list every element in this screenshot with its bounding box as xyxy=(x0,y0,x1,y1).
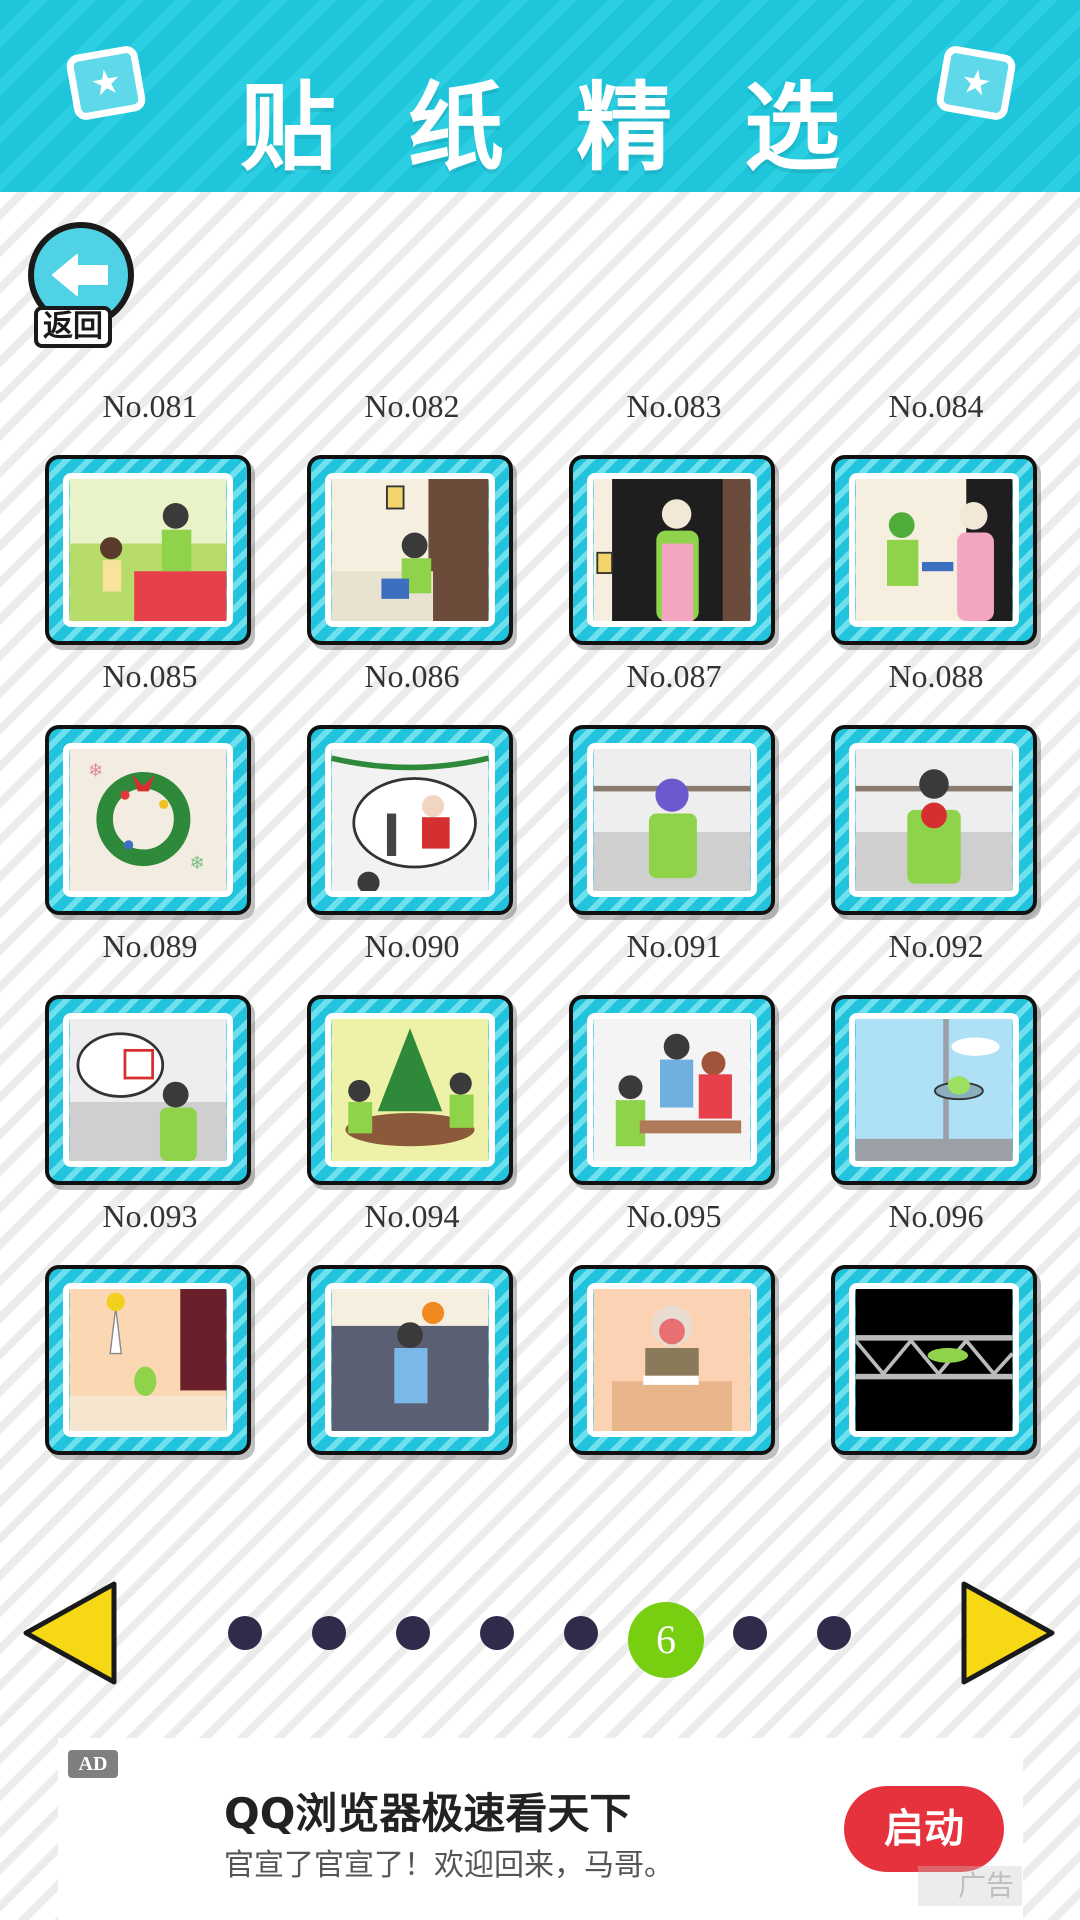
sticker-image xyxy=(69,1289,227,1431)
page-dot[interactable] xyxy=(733,1616,767,1650)
sticker-card[interactable] xyxy=(569,725,775,915)
ad-title: QQ浏览器极速看天下 xyxy=(224,1789,632,1838)
sticker-image xyxy=(331,1289,489,1431)
sticker-image xyxy=(855,749,1013,891)
sticker-number: No.093 xyxy=(102,1198,198,1234)
sticker-image xyxy=(69,1019,227,1161)
sticker-image xyxy=(593,1019,751,1161)
sticker-card[interactable]: ❄ ❄ xyxy=(45,725,251,915)
sticker-number: No.092 xyxy=(888,928,984,964)
sticker-image xyxy=(593,1289,751,1431)
sticker-image: ❄ ❄ xyxy=(69,749,227,891)
sticker-card[interactable] xyxy=(831,1265,1037,1455)
sticker-card[interactable] xyxy=(307,725,513,915)
sticker-card[interactable] xyxy=(45,995,251,1185)
sticker-number: No.082 xyxy=(364,388,460,424)
star-card-icon: ★ xyxy=(934,44,1018,122)
sticker-image xyxy=(331,1019,489,1161)
current-page-dot[interactable]: 6 xyxy=(628,1602,704,1678)
next-page-button[interactable] xyxy=(958,1580,1058,1686)
ad-badge: AD xyxy=(68,1750,118,1778)
sticker-number: No.088 xyxy=(888,658,984,694)
sticker-item[interactable]: No.092 xyxy=(831,925,1041,1185)
sticker-card[interactable] xyxy=(831,995,1037,1185)
sticker-image xyxy=(593,749,751,891)
sticker-card[interactable] xyxy=(569,995,775,1185)
sticker-card[interactable] xyxy=(831,725,1037,915)
sticker-card[interactable] xyxy=(569,455,775,645)
sticker-item[interactable]: No.094 xyxy=(307,1195,517,1455)
sticker-image xyxy=(69,479,227,621)
sticker-image xyxy=(855,1289,1013,1431)
page-dot[interactable] xyxy=(564,1616,598,1650)
sticker-item[interactable]: No.091 xyxy=(569,925,779,1185)
sticker-image xyxy=(855,1019,1013,1161)
sticker-image xyxy=(331,479,489,621)
sticker-card[interactable] xyxy=(45,1265,251,1455)
header-bar: ★ 贴纸精选 ★ xyxy=(0,0,1080,192)
sticker-number: No.087 xyxy=(626,658,722,694)
sticker-number: No.086 xyxy=(364,658,460,694)
page-dot[interactable] xyxy=(312,1616,346,1650)
page-title: 贴纸精选 xyxy=(240,72,912,184)
sticker-item[interactable]: No.088 xyxy=(831,655,1041,915)
sticker-number: No.094 xyxy=(364,1198,460,1234)
page-indicator: 6 xyxy=(0,1602,1080,1682)
sticker-item[interactable]: No.081 xyxy=(45,385,255,645)
page-dot[interactable] xyxy=(396,1616,430,1650)
sticker-item[interactable]: No.093 xyxy=(45,1195,255,1455)
sticker-card[interactable] xyxy=(569,1265,775,1455)
sticker-item[interactable]: No.087 xyxy=(569,655,779,915)
sticker-number: No.095 xyxy=(626,1198,722,1234)
sticker-item[interactable]: No.082 xyxy=(307,385,517,645)
sticker-number: No.085 xyxy=(102,658,198,694)
sticker-card[interactable] xyxy=(307,995,513,1185)
sticker-card[interactable] xyxy=(45,455,251,645)
ad-launch-button[interactable]: 启动 xyxy=(844,1786,1004,1872)
sticker-item[interactable]: No.083 xyxy=(569,385,779,645)
sticker-number: No.096 xyxy=(888,1198,984,1234)
sticker-image xyxy=(331,749,489,891)
svg-text:❄: ❄ xyxy=(88,761,103,782)
back-button[interactable]: 返回 xyxy=(28,222,136,352)
sticker-card[interactable] xyxy=(831,455,1037,645)
sticker-number: No.081 xyxy=(102,388,198,424)
sticker-image xyxy=(855,479,1013,621)
sticker-number: No.089 xyxy=(102,928,198,964)
sticker-number: No.084 xyxy=(888,388,984,424)
sticker-card[interactable] xyxy=(307,1265,513,1455)
sticker-number: No.090 xyxy=(364,928,460,964)
sticker-item[interactable]: No.084 xyxy=(831,385,1041,645)
page-dot[interactable] xyxy=(817,1616,851,1650)
sticker-image xyxy=(593,479,751,621)
sticker-item[interactable]: No.096 xyxy=(831,1195,1041,1455)
page-dot[interactable] xyxy=(480,1616,514,1650)
sticker-card[interactable] xyxy=(307,455,513,645)
sticker-number: No.083 xyxy=(626,388,722,424)
sticker-number: No.091 xyxy=(626,928,722,964)
svg-text:❄: ❄ xyxy=(189,853,204,874)
sticker-item[interactable]: No.086 xyxy=(307,655,517,915)
sticker-item[interactable]: No.089 xyxy=(45,925,255,1185)
sticker-item[interactable]: No.085 ❄ ❄ xyxy=(45,655,255,915)
ad-subtitle: 官宣了官宣了！欢迎回来，马哥。 xyxy=(224,1848,674,1883)
sticker-item[interactable]: No.095 xyxy=(569,1195,779,1455)
ad-banner[interactable]: AD QQ浏览器极速看天下 官宣了官宣了！欢迎回来，马哥。 启动 广告 xyxy=(58,1738,1023,1920)
page-dot[interactable] xyxy=(228,1616,262,1650)
triangle-right-icon xyxy=(961,1581,1055,1685)
sticker-item[interactable]: No.090 xyxy=(307,925,517,1185)
back-label: 返回 xyxy=(34,306,112,348)
ad-mark: 广告 xyxy=(918,1866,1022,1906)
